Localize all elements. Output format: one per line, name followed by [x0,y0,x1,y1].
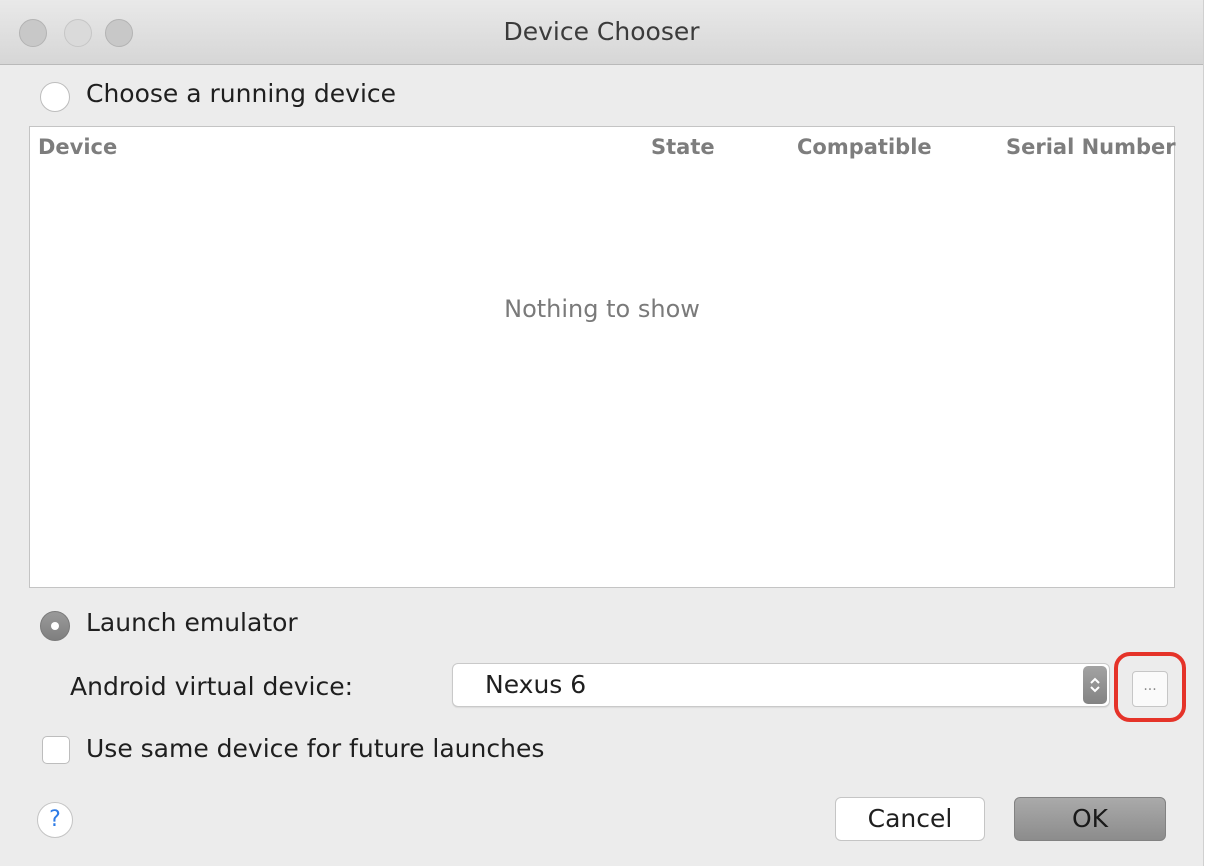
select-arrows-icon [1083,666,1107,704]
choose-running-device-radio[interactable] [40,82,70,112]
empty-table-message: Nothing to show [504,295,700,323]
cancel-button[interactable]: Cancel [835,797,985,841]
column-header-compatible[interactable]: Compatible [797,135,932,159]
column-header-state[interactable]: State [651,135,715,159]
device-table[interactable]: Device State Compatible Serial Number No… [29,126,1176,588]
column-header-serial-number[interactable]: Serial Number [1006,135,1176,159]
ok-button[interactable]: OK [1014,797,1166,841]
avd-select[interactable]: Nexus 6 [452,663,1110,707]
android-virtual-device-label: Android virtual device: [70,672,354,701]
same-device-label[interactable]: Use same device for future launches [86,734,544,763]
red-highlight-circle [1114,652,1186,722]
title-bar[interactable]: Device Chooser [0,0,1203,65]
choose-running-device-label[interactable]: Choose a running device [86,79,396,108]
help-button[interactable]: ? [37,802,73,838]
window-title: Device Chooser [503,17,700,46]
device-chooser-window: Device Chooser Choose a running device D… [0,0,1204,866]
launch-emulator-label[interactable]: Launch emulator [86,608,298,637]
same-device-checkbox[interactable] [42,736,70,764]
avd-select-value: Nexus 6 [485,670,587,699]
column-header-device[interactable]: Device [38,135,117,159]
launch-emulator-radio[interactable] [40,611,70,641]
